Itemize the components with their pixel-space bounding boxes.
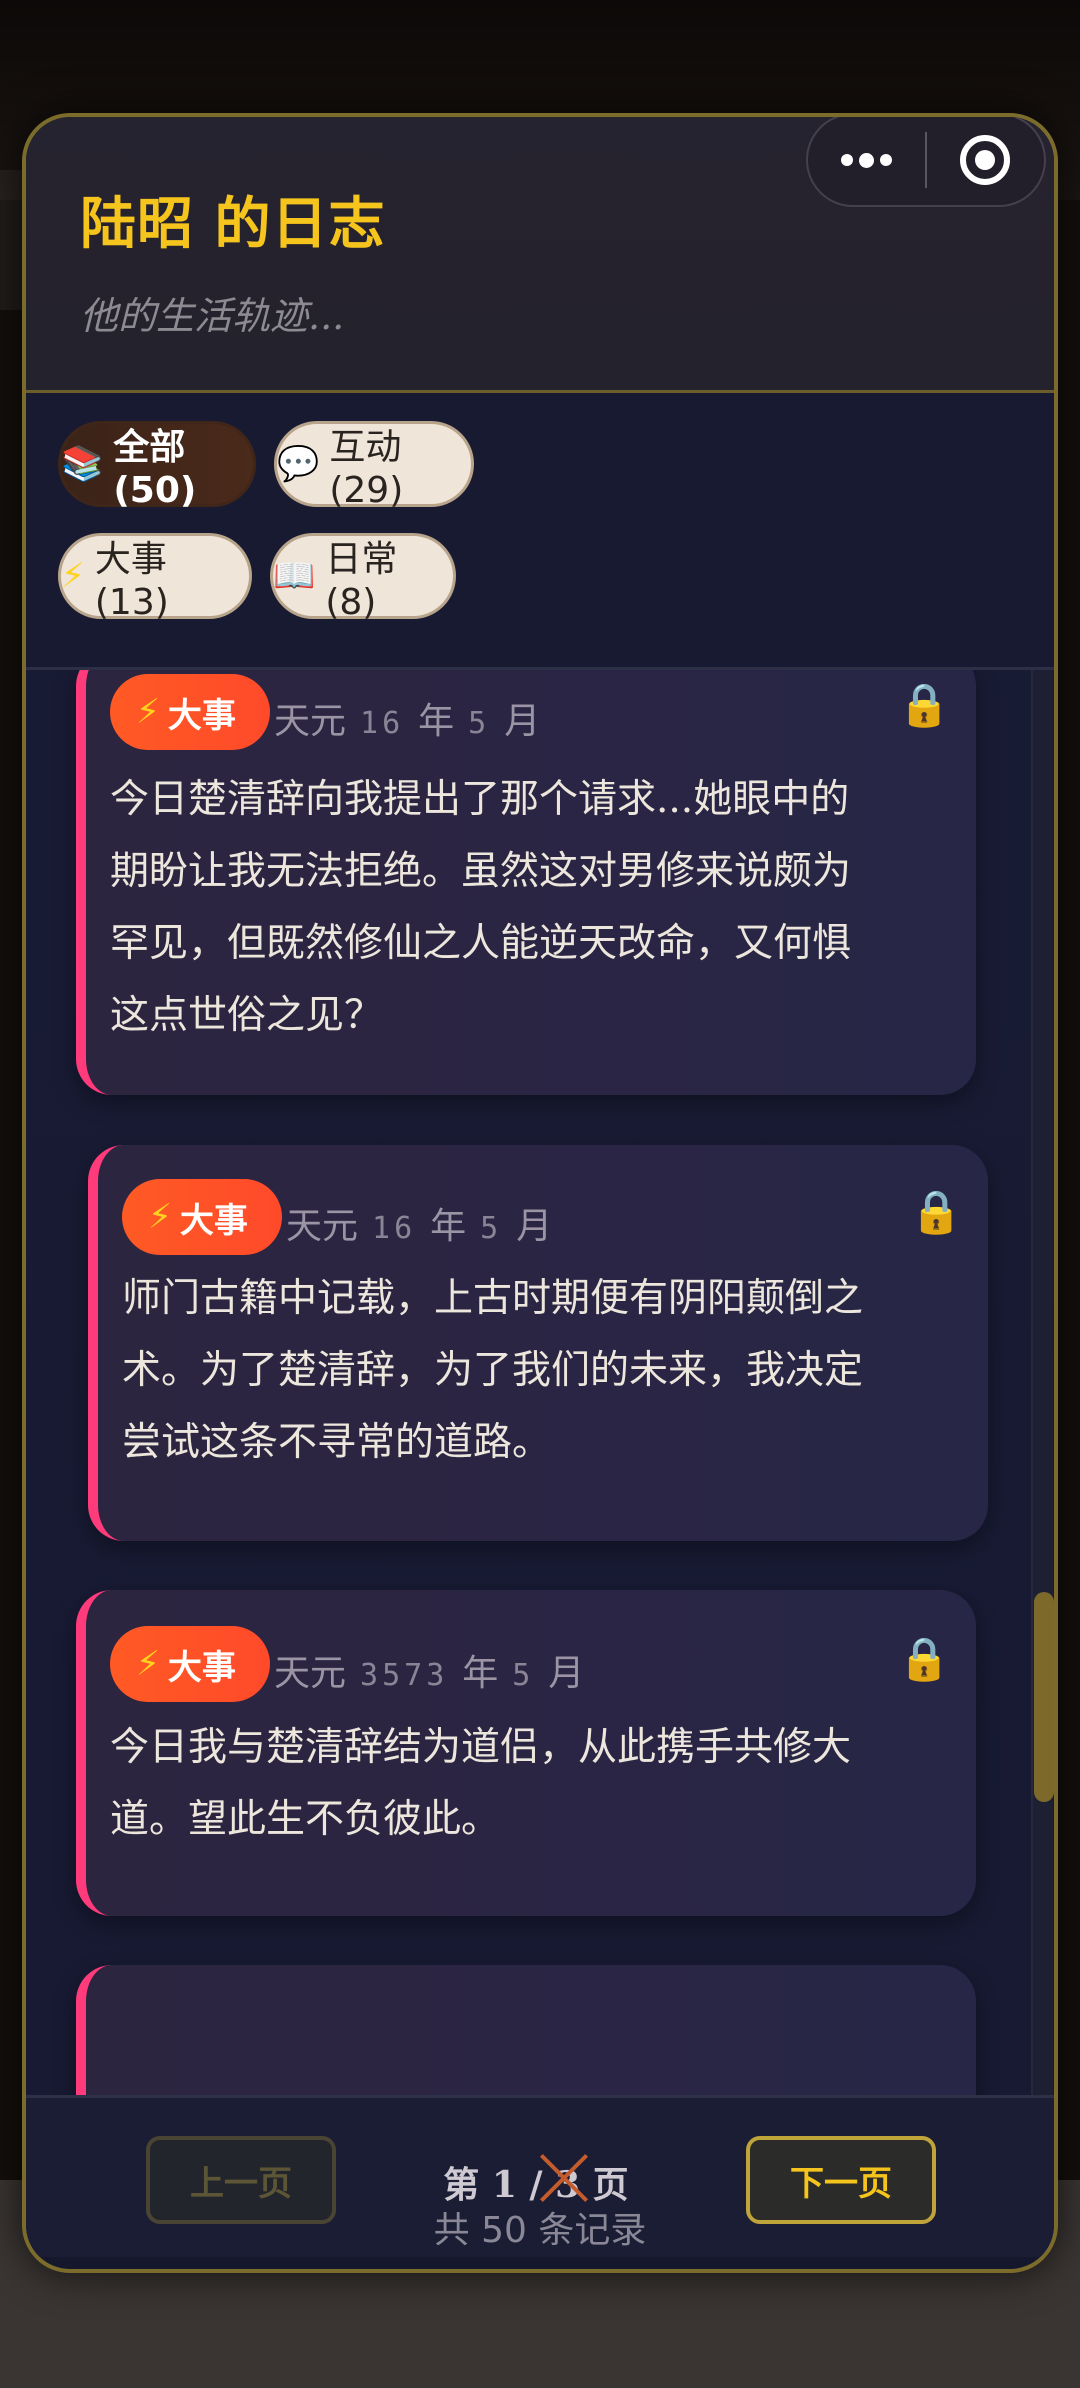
filter-chip-label: 全部 (50): [113, 426, 197, 511]
entry-text: 今日楚清辞向我提出了那个请求...她眼中的 期盼让我无法拒绝。虽然这对男修来说颇…: [110, 764, 930, 1052]
books-icon: 📚: [61, 444, 104, 484]
diary-entry[interactable]: ⚡ 大事 天元 16 年 5 月 🔒 今日楚清辞向我提出了那个请求...她眼中的…: [76, 670, 976, 1095]
date-year-unit: 年: [462, 1653, 499, 1694]
date-month-unit: 月: [548, 1653, 585, 1694]
lock-icon[interactable]: 🔒: [898, 680, 950, 730]
entry-text-line: 罕见，但既然修仙之人能逆天改命，又何惧: [110, 921, 852, 966]
entry-text: 今日我与楚清辞结为道侣，从此携手共修大 道。望此生不负彼此。: [110, 1712, 930, 1856]
entry-text-line: 道。望此生不负彼此。: [110, 1797, 501, 1842]
filter-chip-label: 互动 (29): [329, 426, 404, 511]
scrollbar-thumb[interactable]: [1034, 1592, 1054, 1802]
lightning-icon: ⚡: [61, 556, 85, 596]
date-era: 天元: [286, 1206, 359, 1247]
lightning-icon: ⚡: [136, 1644, 160, 1684]
diary-entry-list[interactable]: ⚡ 大事 天元 16 年 5 月 🔒 今日楚清辞向我提出了那个请求...她眼中的…: [26, 670, 1054, 2095]
category-badge: ⚡ 大事: [122, 1179, 282, 1255]
date-month-unit: 月: [516, 1206, 553, 1247]
filter-chip-major[interactable]: ⚡ 大事 (13): [58, 533, 252, 623]
open-book-icon: 📖: [273, 556, 316, 596]
date-month: 5: [512, 1658, 535, 1693]
page-title: 陆昭 的日志: [80, 192, 386, 257]
date-month: 5: [468, 706, 491, 741]
target-core: [975, 150, 996, 170]
lightning-icon: ⚡: [136, 692, 160, 732]
target-ring: [960, 135, 1011, 185]
entry-text-line: 今日楚清辞向我提出了那个请求...她眼中的: [110, 777, 850, 822]
category-badge: ⚡ 大事: [110, 674, 270, 750]
dot: [841, 154, 853, 166]
date-era: 天元: [274, 1653, 347, 1694]
diary-entry[interactable]: ⚡ 大事 天元 16 年 5 月 🔒 师门古籍中记载，上古时期便有阴阳颠倒之 术…: [88, 1145, 988, 1541]
close-icon[interactable]: [538, 2152, 590, 2204]
category-badge-label: 大事: [167, 695, 236, 736]
entry-text-line: 今日我与楚清辞结为道侣，从此携手共修大: [110, 1725, 852, 1770]
date-month: 5: [480, 1211, 503, 1246]
mini-program-capsule: [806, 117, 1046, 207]
entry-text-line: 术。为了楚清辞，为了我们的未来，我决定: [122, 1348, 864, 1393]
date-year: 16: [360, 706, 405, 741]
category-badge-label: 大事: [179, 1200, 248, 1241]
lock-icon[interactable]: 🔒: [898, 1634, 950, 1684]
speech-bubble-icon: 💬: [277, 444, 320, 484]
lock-icon[interactable]: 🔒: [910, 1187, 962, 1237]
total-count: 共 50 条记录: [433, 2210, 647, 2251]
scrollbar-track[interactable]: [1031, 670, 1053, 2095]
filter-bar: 📚 全部 (50) 💬 互动 (29) ⚡ 大事 (13) 📖 日常 (8): [26, 393, 1054, 670]
filter-chip-daily[interactable]: 📖 日常 (8): [270, 533, 456, 623]
more-dots-icon[interactable]: [808, 117, 925, 205]
dot: [880, 154, 892, 166]
page-subtitle: 他的生活轨迹...: [80, 294, 345, 338]
target-circle-icon[interactable]: [927, 117, 1044, 205]
entry-date: 天元 16 年 5 月: [274, 692, 540, 744]
entry-text-line: 期盼让我无法拒绝。虽然这对男修来说颇为: [110, 849, 852, 894]
filter-chip-interaction[interactable]: 💬 互动 (29): [274, 421, 474, 511]
entry-text: 师门古籍中记载，上古时期便有阴阳颠倒之 术。为了楚清辞，为了我们的未来，我决定 …: [122, 1263, 942, 1479]
filter-chip-label: 日常 (8): [325, 538, 398, 623]
date-era: 天元: [274, 701, 347, 742]
diary-entry-partial[interactable]: [76, 1965, 976, 2095]
diary-modal: 陆昭 的日志 他的生活轨迹... 📚 全部 (50) 💬 互动 (29) ⚡ 大…: [22, 113, 1058, 2273]
entry-text-line: 尝试这条不寻常的道路。: [122, 1420, 552, 1465]
entry-text-line: 这点世俗之见？: [110, 993, 384, 1038]
date-year-unit: 年: [418, 701, 455, 742]
entry-text-line: 师门古籍中记载，上古时期便有阴阳颠倒之: [122, 1276, 864, 1321]
category-badge: ⚡ 大事: [110, 1626, 270, 1702]
filter-chip-all[interactable]: 📚 全部 (50): [58, 421, 256, 511]
entry-date: 天元 16 年 5 月: [286, 1197, 552, 1249]
diary-entry[interactable]: ⚡ 大事 天元 3573 年 5 月 🔒 今日我与楚清辞结为道侣，从此携手共修大…: [76, 1590, 976, 1916]
date-year-unit: 年: [430, 1206, 467, 1247]
date-year: 16: [372, 1211, 417, 1246]
category-badge-label: 大事: [167, 1647, 236, 1688]
date-month-unit: 月: [504, 701, 541, 742]
date-year: 3573: [360, 1658, 449, 1693]
entry-date: 天元 3573 年 5 月: [274, 1644, 584, 1696]
filter-chip-label: 大事 (13): [94, 538, 169, 623]
dot: [859, 152, 874, 168]
lightning-icon: ⚡: [148, 1197, 172, 1237]
